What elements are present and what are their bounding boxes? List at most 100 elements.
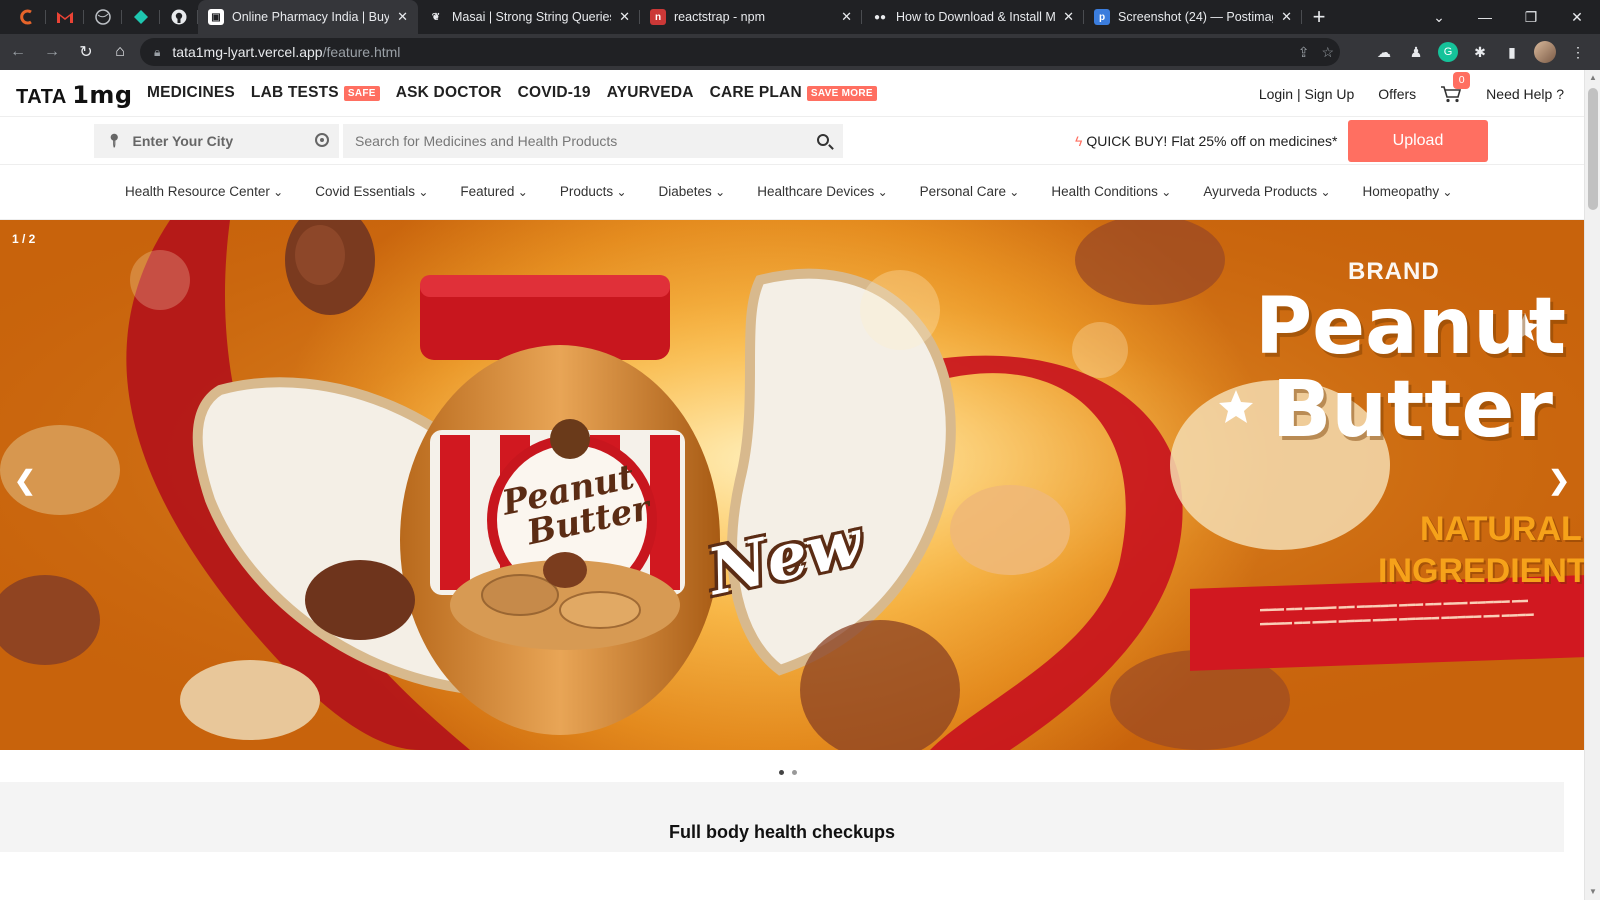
back-button[interactable]: ← <box>2 43 34 61</box>
tab-postimages[interactable]: p Screenshot (24) — Postimages ✕ <box>1084 0 1302 34</box>
window-controls: ⌄ — ❐ ✕ <box>1416 0 1600 34</box>
close-tab-icon[interactable]: ✕ <box>397 9 408 25</box>
carousel-prev-icon[interactable]: ❮ <box>14 465 36 496</box>
url-path: /feature.html <box>322 44 401 60</box>
close-tab-icon[interactable]: ✕ <box>841 9 852 25</box>
tab-how-to-download[interactable]: ●● How to Download & Install Me ✕ <box>862 0 1084 34</box>
menu-kebab-icon[interactable]: ⋮ <box>1568 44 1588 61</box>
category-ayurveda-products[interactable]: Ayurveda Products <box>1203 184 1330 199</box>
category-products[interactable]: Products <box>560 184 627 199</box>
close-tab-icon[interactable]: ✕ <box>619 9 630 25</box>
pinned-tab-diamond[interactable] <box>122 0 160 34</box>
lightning-icon: ϟ <box>1075 133 1083 149</box>
close-tab-icon[interactable]: ✕ <box>1281 9 1292 25</box>
cart-count-badge: 0 <box>1453 72 1471 89</box>
need-help-link[interactable]: Need Help ? <box>1486 86 1564 102</box>
health-checkups-section: Full body health checkups <box>0 782 1564 852</box>
city-placeholder: Enter Your City <box>132 133 234 149</box>
category-healthcare-devices[interactable]: Healthcare Devices <box>757 184 887 199</box>
new-tab-button[interactable]: + <box>1302 0 1336 34</box>
search-row: 📍︎ Enter Your City Search for Medicines … <box>0 117 1584 165</box>
carousel-indicators <box>779 770 797 775</box>
lock-icon: 🔒︎ <box>154 44 161 59</box>
cart-button[interactable]: 0 <box>1440 72 1471 103</box>
category-featured[interactable]: Featured <box>460 184 527 199</box>
category-nav: Health Resource Center Covid Essentials Fe… <box>0 165 1584 220</box>
search-input[interactable]: Search for Medicines and Health Products <box>343 124 843 158</box>
restore-button[interactable]: ❐ <box>1508 9 1554 26</box>
extensions-puzzle-icon[interactable]: ✱ <box>1470 44 1490 61</box>
category-covid-essentials[interactable]: Covid Essentials <box>315 184 428 199</box>
pinned-tab-gmail[interactable] <box>46 0 84 34</box>
category-health-resource-center[interactable]: Health Resource Center <box>125 184 283 199</box>
search-icon[interactable] <box>817 134 829 146</box>
category-health-conditions[interactable]: Health Conditions <box>1051 184 1171 199</box>
nav-lab-tests[interactable]: LAB TESTS SAFE <box>251 84 380 102</box>
banner-title-line-1: Peanut <box>1255 282 1567 372</box>
slide-counter: 1 / 2 <box>12 232 36 246</box>
category-diabetes[interactable]: Diabetes <box>659 184 726 199</box>
category-homeopathy[interactable]: Homeopathy <box>1363 184 1453 199</box>
nav-ayurveda[interactable]: AYURVEDA <box>607 84 694 102</box>
save-more-badge: SAVE MORE <box>806 85 877 101</box>
close-tab-icon[interactable]: ✕ <box>1063 9 1074 25</box>
tab-masai[interactable]: ❦ Masai | Strong String Queries ✕ <box>418 0 640 34</box>
offers-link[interactable]: Offers <box>1378 86 1416 102</box>
tab-online-pharmacy[interactable]: ▣ Online Pharmacy India | Buy Me ✕ <box>198 0 418 34</box>
login-signup-link[interactable]: Login | Sign Up <box>1259 86 1354 102</box>
page-scrollbar[interactable]: ▲ ▼ <box>1584 70 1600 900</box>
extension-lamp-icon[interactable]: ♟ <box>1406 44 1426 61</box>
carousel-dot-2[interactable] <box>792 770 797 775</box>
quick-buy-text: QUICK BUY! Flat 25% off on medicines* <box>1086 133 1338 149</box>
nav-label: CARE PLAN <box>709 84 802 101</box>
location-pin-icon: 📍︎ <box>106 133 123 148</box>
header-actions: Login | Sign Up Offers 0 Need Help ? <box>1259 72 1564 103</box>
globe-icon <box>95 9 111 25</box>
nav-medicines[interactable]: MEDICINES <box>147 84 235 102</box>
pinned-tab-codechef[interactable] <box>8 0 46 34</box>
address-bar[interactable]: 🔒︎ tata1mg-lyart.vercel.app/feature.html… <box>140 38 1340 66</box>
pinned-tabs <box>0 0 198 34</box>
scroll-down-icon[interactable]: ▼ <box>1588 887 1598 897</box>
extensions-bar: ☁ ♟ G ✱ ▮ ⋮ <box>1374 34 1600 70</box>
home-button[interactable]: ⌂ <box>104 43 136 61</box>
upload-button[interactable]: Upload <box>1348 120 1488 162</box>
codechef-icon <box>20 9 32 25</box>
close-window-button[interactable]: ✕ <box>1554 9 1600 26</box>
pinned-tab-globe[interactable] <box>84 0 122 34</box>
tab-title: How to Download & Install Me <box>896 10 1056 24</box>
side-panel-icon[interactable]: ▮ <box>1502 44 1522 61</box>
category-personal-care[interactable]: Personal Care <box>920 184 1020 199</box>
tab-title: Masai | Strong String Queries <box>452 10 612 24</box>
share-icon[interactable]: ⇪ <box>1298 44 1310 61</box>
carousel-dot-1[interactable] <box>779 770 784 775</box>
quick-buy-banner: ϟ QUICK BUY! Flat 25% off on medicines* <box>1075 133 1338 149</box>
pinned-tab-github[interactable] <box>160 0 198 34</box>
carousel-next-icon[interactable]: ❯ <box>1548 465 1570 496</box>
extension-cloud-icon[interactable]: ☁ <box>1374 44 1394 61</box>
tab-search-icon[interactable]: ⌄ <box>1416 9 1462 26</box>
main-nav: MEDICINES LAB TESTS SAFE ASK DOCTOR COVID… <box>147 84 877 102</box>
banner-ingredients: INGREDIENTS <box>1378 552 1584 590</box>
npm-favicon-icon: n <box>650 9 666 25</box>
search-placeholder: Search for Medicines and Health Products <box>355 133 618 149</box>
forward-button[interactable]: → <box>36 43 68 61</box>
detect-location-icon[interactable] <box>315 133 329 147</box>
city-input[interactable]: 📍︎ Enter Your City <box>94 124 339 158</box>
nav-covid-19[interactable]: COVID-19 <box>518 84 591 102</box>
scroll-up-icon[interactable]: ▲ <box>1588 73 1598 83</box>
medium-favicon-icon: ●● <box>873 11 887 23</box>
nav-ask-doctor[interactable]: ASK DOCTOR <box>396 84 502 102</box>
profile-avatar[interactable] <box>1534 41 1556 63</box>
nav-care-plan[interactable]: CARE PLAN SAVE MORE <box>710 84 877 102</box>
reload-button[interactable]: ↻ <box>70 42 102 62</box>
bookmark-star-icon[interactable]: ☆ <box>1321 44 1334 61</box>
site-logo[interactable]: TATA 1mg <box>16 81 133 109</box>
nav-label: AYURVEDA <box>606 84 694 101</box>
tab-reactstrap[interactable]: n reactstrap - npm ✕ <box>640 0 862 34</box>
safe-badge: SAFE <box>343 85 380 101</box>
minimize-button[interactable]: — <box>1462 9 1508 25</box>
scrollbar-thumb[interactable] <box>1588 88 1598 210</box>
hero-carousel[interactable]: Peanut Butter New 1 / 2 ❮ ❯ BRAND Peanut… <box>0 220 1584 750</box>
grammarly-icon[interactable]: G <box>1438 42 1458 62</box>
